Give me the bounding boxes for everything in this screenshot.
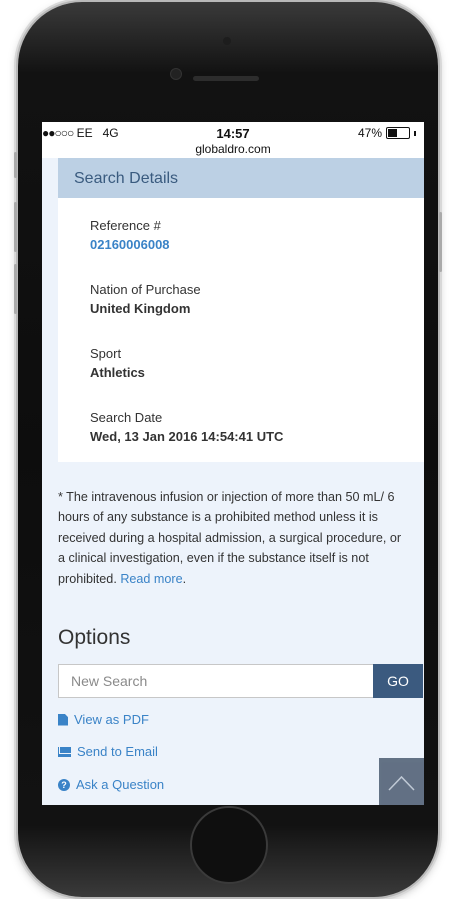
note-text: * The intravenous infusion or injection … (58, 490, 402, 586)
note-end: . (182, 571, 187, 586)
envelope-icon (58, 746, 71, 757)
new-search-form: GO (58, 664, 423, 700)
field-reference: Reference # 02160006008 (90, 218, 170, 252)
infusion-note: * The intravenous infusion or injection … (58, 487, 406, 589)
battery-fill (388, 129, 397, 137)
page-url[interactable]: globaldro.com (42, 142, 424, 156)
question-circle-icon: ? (58, 778, 70, 791)
mute-switch (14, 152, 17, 178)
field-label: Search Date (90, 410, 163, 425)
sensor-dot (223, 37, 231, 45)
send-email-label: Send to Email (77, 744, 158, 759)
field-value: United Kingdom (90, 301, 191, 316)
earpiece-speaker (193, 76, 259, 81)
field-search-date: Search Date Wed, 13 Jan 2016 14:54:41 UT… (90, 410, 283, 444)
field-value: Athletics (90, 365, 145, 380)
search-details-card: Reference # 02160006008 Nation of Purcha… (58, 198, 424, 462)
ask-question-link[interactable]: ? Ask a Question (58, 777, 164, 792)
options-title: Options (58, 626, 131, 649)
file-icon (58, 713, 68, 726)
field-value: Wed, 13 Jan 2016 14:54:41 UTC (90, 429, 284, 444)
scroll-to-top-button[interactable] (379, 758, 424, 805)
power-button (439, 212, 442, 272)
front-camera (170, 68, 182, 80)
phone-screen: ●●○○○ EE 4G 14:57 47% globaldro.com Sear… (42, 122, 424, 805)
view-pdf-label: View as PDF (74, 712, 149, 727)
send-email-link[interactable]: Send to Email (58, 744, 158, 759)
field-sport: Sport Athletics (90, 346, 145, 380)
battery-tip (414, 130, 416, 136)
read-more-link[interactable]: Read more (120, 572, 182, 586)
field-label: Nation of Purchase (90, 282, 201, 297)
battery-percent: 47% (357, 126, 382, 140)
field-label: Reference # (90, 218, 161, 233)
status-bar: ●●○○○ EE 4G 14:57 47% globaldro.com (42, 122, 424, 158)
status-right: 47% (358, 126, 416, 140)
home-button[interactable] (190, 806, 268, 884)
battery-icon (386, 127, 410, 139)
go-button[interactable]: GO (373, 664, 423, 698)
field-label: Sport (90, 346, 122, 361)
volume-up-button (14, 202, 17, 252)
view-pdf-link[interactable]: View as PDF (58, 712, 149, 727)
field-nation: Nation of Purchase United Kingdom (90, 282, 201, 316)
reference-number-link[interactable]: 02160006008 (90, 237, 170, 252)
chevron-up-icon (388, 775, 415, 791)
volume-down-button (14, 264, 17, 314)
new-search-input[interactable] (58, 664, 373, 698)
ask-question-label: Ask a Question (76, 777, 165, 792)
search-details-header: Search Details (58, 158, 424, 198)
